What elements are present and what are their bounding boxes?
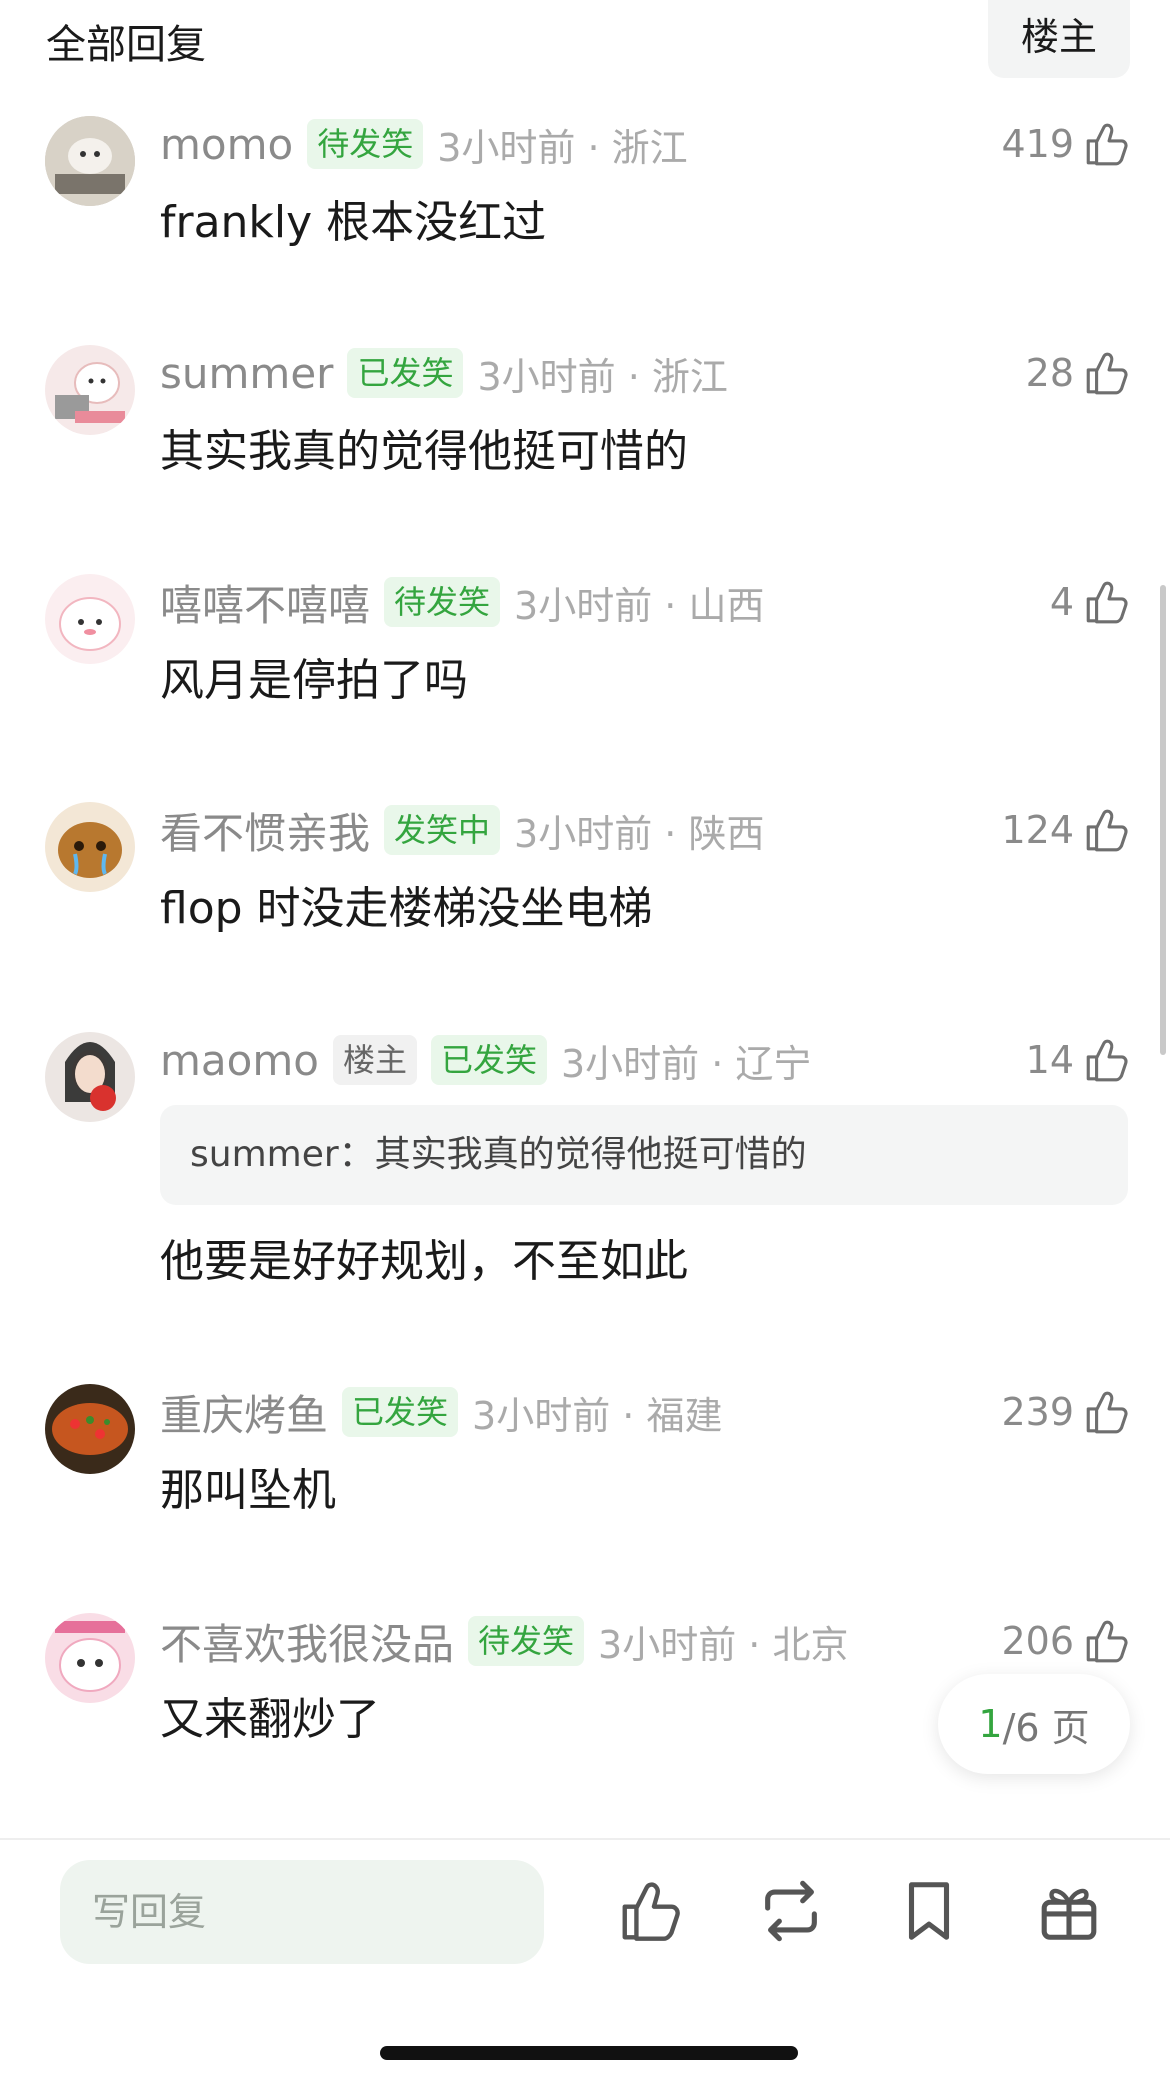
avatar-pink-cartoon-icon[interactable]	[45, 1613, 135, 1703]
thumbs-up-icon[interactable]	[1082, 1387, 1132, 1437]
comment-meta: momo 待发笑 3小时前 · 浙江	[160, 114, 688, 174]
avatar-crying-bear-icon[interactable]	[45, 802, 135, 892]
status-badge: 待发笑	[468, 1616, 585, 1666]
status-badge: 待发笑	[307, 119, 424, 169]
status-badge: 已发笑	[347, 348, 464, 398]
status-badge: 待发笑	[384, 577, 501, 627]
current-page: 1	[978, 1702, 1003, 1746]
reply-input[interactable]: 写回复	[60, 1860, 544, 1964]
comment-meta: 重庆烤鱼 已发笑 3小时前 · 福建	[160, 1382, 722, 1442]
status-badge: 已发笑	[342, 1387, 459, 1437]
home-indicator	[380, 2046, 798, 2060]
comment-item: 看不惯亲我 发笑中 3小时前 · 陕西 124 flop 时没走楼梯没坐电梯	[0, 800, 1170, 1000]
like-button[interactable]: 4	[1050, 572, 1132, 632]
avatar-cartoon-laptop-icon[interactable]	[45, 345, 135, 435]
username[interactable]: 重庆烤鱼	[160, 1382, 328, 1443]
page-indicator[interactable]: 1/6 页	[938, 1674, 1130, 1774]
repost-icon[interactable]	[756, 1876, 826, 1946]
avatar-woman-apple-icon[interactable]	[45, 1032, 135, 1122]
avatar-grilled-fish-icon[interactable]	[45, 1384, 135, 1474]
like-button[interactable]: 124	[1001, 800, 1132, 860]
op-badge: 楼主	[332, 1035, 417, 1085]
like-button[interactable]: 239	[1001, 1382, 1132, 1442]
like-count: 14	[1025, 1038, 1074, 1082]
thumbs-up-icon[interactable]	[1082, 577, 1132, 627]
username[interactable]: 不喜欢我很没品	[160, 1611, 454, 1672]
like-button[interactable]: 14	[1026, 1030, 1132, 1090]
like-count: 419	[1001, 122, 1074, 166]
comment-text: frankly 根本没红过	[160, 197, 547, 248]
like-count: 206	[1001, 1619, 1074, 1663]
comment-item: 嘻嘻不嘻嘻 待发笑 3小时前 · 山西 4 风月是停拍了吗	[0, 572, 1170, 772]
like-button[interactable]: 28	[1026, 343, 1132, 403]
comment-text: 风月是停拍了吗	[160, 655, 468, 706]
comment-item: momo 待发笑 3小时前 · 浙江 419 frankly 根本没红过	[0, 114, 1170, 314]
page-title: 全部回复	[46, 22, 206, 68]
thumbs-up-icon[interactable]	[1082, 348, 1132, 398]
username[interactable]: summer	[160, 349, 333, 398]
total-pages: /6 页	[1002, 1705, 1090, 1750]
username[interactable]: momo	[160, 120, 293, 169]
header: 全部回复 楼主	[0, 0, 1170, 80]
comment-text: flop 时没走楼梯没坐电梯	[160, 883, 653, 934]
username[interactable]: 看不惯亲我	[160, 800, 370, 861]
timestamp-location: 3小时前 · 福建	[472, 1393, 723, 1438]
op-only-tab[interactable]: 楼主	[988, 0, 1130, 78]
timestamp-location: 3小时前 · 浙江	[437, 125, 688, 170]
comment-meta: 看不惯亲我 发笑中 3小时前 · 陕西	[160, 800, 764, 860]
thumbs-up-icon[interactable]	[1082, 805, 1132, 855]
thumbs-up-icon[interactable]	[616, 1876, 686, 1946]
status-badge: 发笑中	[384, 805, 501, 855]
comment-meta: 不喜欢我很没品 待发笑 3小时前 · 北京	[160, 1611, 848, 1671]
quoted-reply[interactable]: summer：其实我真的觉得他挺可惜的	[160, 1105, 1128, 1205]
like-button[interactable]: 206	[1001, 1611, 1132, 1671]
username[interactable]: maomo	[160, 1036, 319, 1085]
comment-text: 他要是好好规划，不至如此	[160, 1236, 688, 1287]
like-count: 124	[1001, 808, 1074, 852]
username[interactable]: 嘻嘻不嘻嘻	[160, 572, 370, 633]
timestamp-location: 3小时前 · 北京	[598, 1622, 849, 1667]
comment-meta: 嘻嘻不嘻嘻 待发笑 3小时前 · 山西	[160, 572, 764, 632]
like-count: 28	[1025, 351, 1074, 395]
like-button[interactable]: 419	[1001, 114, 1132, 174]
comment-text: 那叫坠机	[160, 1465, 336, 1516]
comment-text: 其实我真的觉得他挺可惜的	[160, 426, 688, 477]
status-badge: 已发笑	[430, 1035, 547, 1085]
comment-meta: summer 已发笑 3小时前 · 浙江	[160, 343, 728, 403]
comment-text: 又来翻炒了	[160, 1694, 380, 1745]
timestamp-location: 3小时前 · 陕西	[514, 811, 765, 856]
thumbs-up-icon[interactable]	[1082, 1035, 1132, 1085]
bottom-action-bar: 写回复	[0, 1838, 1170, 2077]
thumbs-up-icon[interactable]	[1082, 119, 1132, 169]
timestamp-location: 3小时前 · 辽宁	[561, 1041, 812, 1086]
comment-item: maomo 楼主 已发笑 3小时前 · 辽宁 14 summer：其实我真的觉得…	[0, 1030, 1170, 1310]
bookmark-icon[interactable]	[894, 1876, 964, 1946]
like-count: 4	[1049, 580, 1074, 624]
avatar-pink-blob-icon[interactable]	[45, 574, 135, 664]
like-count: 239	[1001, 1390, 1074, 1434]
comment-item: summer 已发笑 3小时前 · 浙江 28 其实我真的觉得他挺可惜的	[0, 343, 1170, 543]
scrollbar[interactable]	[1160, 585, 1166, 1055]
timestamp-location: 3小时前 · 浙江	[477, 354, 728, 399]
avatar-photo-dog-icon[interactable]	[45, 116, 135, 206]
thumbs-up-icon[interactable]	[1082, 1616, 1132, 1666]
comment-meta: maomo 楼主 已发笑 3小时前 · 辽宁	[160, 1030, 811, 1090]
gift-icon[interactable]	[1034, 1876, 1104, 1946]
comment-item: 重庆烤鱼 已发笑 3小时前 · 福建 239 那叫坠机	[0, 1382, 1170, 1582]
timestamp-location: 3小时前 · 山西	[514, 583, 765, 628]
